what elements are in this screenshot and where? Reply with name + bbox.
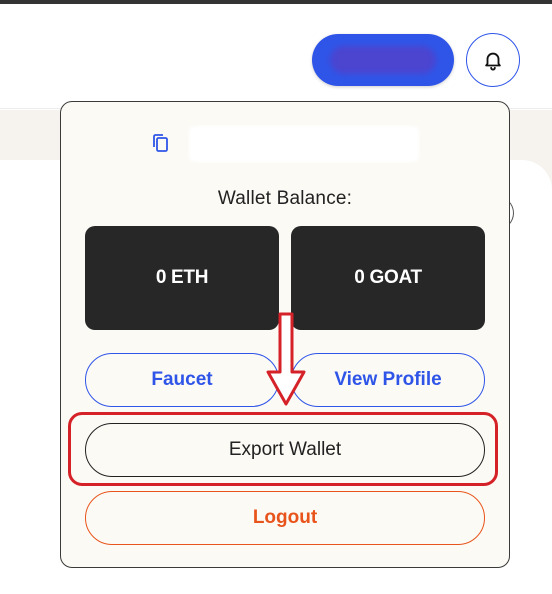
arrow-down-annotation-icon [266, 312, 306, 406]
wallet-connect-button[interactable] [312, 34, 454, 86]
notifications-button[interactable] [466, 33, 520, 87]
header-bar [0, 4, 552, 109]
eth-balance-card: 0 ETH [85, 226, 279, 330]
wallet-balance-label: Wallet Balance: [217, 188, 353, 209]
wallet-address [189, 126, 419, 162]
copy-icon[interactable] [151, 132, 171, 154]
logout-button[interactable]: Logout [85, 491, 485, 545]
wallet-connect-button-label [330, 46, 436, 74]
view-profile-button[interactable]: View Profile [291, 353, 485, 407]
faucet-button[interactable]: Faucet [85, 353, 279, 407]
highlight-annotation-box [68, 412, 498, 486]
goat-balance-card: 0 GOAT [291, 226, 485, 330]
bell-icon [485, 52, 501, 71]
